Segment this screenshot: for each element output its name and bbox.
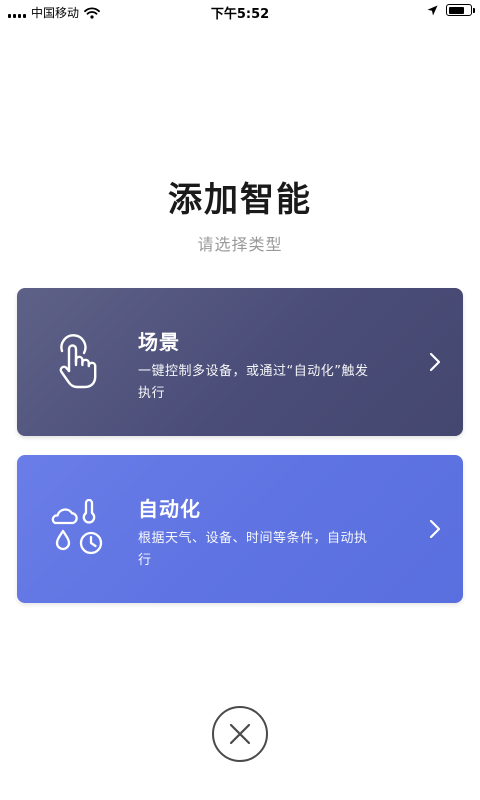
automation-card-title: 自动化 bbox=[138, 497, 201, 521]
page-subtitle: 请选择类型 bbox=[197, 235, 283, 254]
status-bar: 中国移动 下午5:52 bbox=[0, 0, 480, 24]
status-right bbox=[427, 4, 475, 16]
automation-card[interactable]: 自动化 根据天气、设备、时间等条件，自动执行 bbox=[17, 455, 463, 603]
location-arrow-icon bbox=[427, 5, 438, 15]
battery-fill bbox=[448, 6, 465, 14]
chevron-right-icon bbox=[429, 352, 441, 372]
automation-card-description: 根据天气、设备、时间等条件，自动执行 bbox=[138, 531, 368, 568]
page-title: 添加智能 bbox=[168, 180, 312, 220]
chevron-right-icon bbox=[429, 519, 441, 539]
weather-time-icon bbox=[51, 499, 103, 555]
close-icon bbox=[229, 723, 251, 745]
scene-card-title: 场景 bbox=[138, 330, 180, 354]
status-time: 下午5:52 bbox=[210, 7, 270, 22]
close-button[interactable] bbox=[212, 706, 268, 762]
battery-icon bbox=[446, 4, 475, 16]
hand-tap-icon bbox=[59, 334, 97, 389]
scene-card[interactable]: 场景 一键控制多设备，或通过“自动化”触发执行 bbox=[17, 288, 463, 436]
scene-card-description: 一键控制多设备，或通过“自动化”触发执行 bbox=[138, 364, 369, 401]
